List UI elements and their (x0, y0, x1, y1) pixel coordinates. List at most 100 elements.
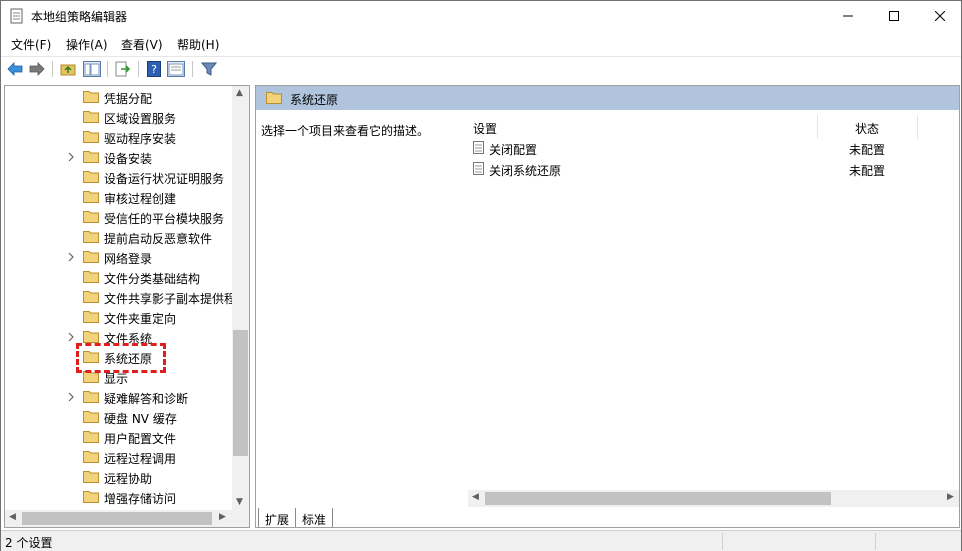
tree-item-label: 疑难解答和诊断 (104, 392, 189, 406)
toolbar-divider (138, 61, 139, 77)
details-pane: 系统还原 选择一个项目来查看它的描述。 设置 状态 关闭配置 未配置 关闭系统还… (255, 85, 960, 528)
status-divider (722, 533, 723, 550)
folder-icon (83, 310, 99, 323)
tab-standard[interactable]: 标准 (295, 508, 334, 527)
tree-item[interactable]: 疑难解答和诊断 (5, 387, 231, 407)
tree-item[interactable]: 增强存储访问 (5, 487, 231, 507)
help-button[interactable]: ? (144, 59, 164, 79)
list-header: 设置 状态 (468, 115, 959, 139)
chevron-right-icon[interactable] (67, 251, 75, 263)
folder-icon (83, 330, 99, 343)
tree-item-label: 远程协助 (104, 472, 153, 486)
details-header: 系统还原 (256, 86, 959, 110)
selection-highlight-box (76, 343, 166, 373)
folder-icon (83, 270, 99, 283)
policy-state: 未配置 (849, 164, 886, 178)
chevron-right-icon[interactable] (67, 151, 75, 163)
tree-item[interactable]: 文件共享影子副本提供程 (5, 287, 236, 307)
list-hscroll-thumb[interactable] (485, 492, 831, 505)
tree-item[interactable]: 凭据分配 (5, 87, 231, 107)
tree-vscroll-thumb[interactable] (233, 330, 248, 456)
tree-item[interactable]: 文件分类基础结构 (5, 267, 231, 287)
tree-item[interactable]: 审核过程创建 (5, 187, 231, 207)
scroll-up-icon[interactable]: ▲ (236, 88, 243, 98)
table-row[interactable]: 关闭系统还原 未配置 (468, 159, 959, 179)
scroll-left-icon[interactable]: ◀ (9, 512, 16, 522)
up-folder-icon (60, 64, 76, 76)
folder-icon (266, 91, 282, 104)
folder-icon (83, 250, 99, 263)
scroll-right-icon[interactable]: ▶ (947, 492, 954, 502)
tree-item-label: 驱动程序安装 (104, 132, 177, 146)
back-button[interactable] (5, 59, 25, 79)
minimize-button[interactable] (825, 1, 871, 31)
show-hide-tree-button[interactable] (82, 59, 102, 79)
folder-icon (83, 490, 99, 503)
tree-item[interactable]: 提前启动反恶意软件 (5, 227, 231, 247)
tree-item[interactable]: 硬盘 NV 缓存 (5, 407, 231, 427)
menu-action[interactable]: 操作(A) (66, 36, 108, 53)
tree-item[interactable]: 受信任的平台模块服务 (5, 207, 231, 227)
properties-icon (167, 61, 185, 77)
scroll-left-icon[interactable]: ◀ (472, 492, 479, 502)
tree-vertical-scrollbar[interactable]: ▲ ▼ (232, 86, 249, 511)
tree-item[interactable]: 区域设置服务 (5, 107, 231, 127)
tree-item[interactable]: 设备安装 (5, 147, 231, 167)
folder-icon (83, 190, 99, 203)
up-folder-button[interactable] (58, 59, 78, 79)
chevron-right-icon[interactable] (67, 331, 75, 343)
maximize-icon (889, 11, 899, 21)
tree-item-label: 设备运行状况证明服务 (104, 172, 225, 186)
column-header-setting[interactable]: 设置 (473, 120, 497, 137)
export-list-button[interactable] (113, 59, 133, 79)
column-divider[interactable] (817, 115, 818, 139)
settings-list[interactable]: 设置 状态 关闭配置 未配置 关闭系统还原 未配置 (468, 110, 959, 490)
description-text: 选择一个项目来查看它的描述。 (261, 124, 430, 138)
folder-icon (83, 90, 99, 103)
list-horizontal-scrollbar[interactable]: ◀ ▶ (468, 490, 959, 507)
tree-item[interactable]: 远程过程调用 (5, 447, 231, 467)
policy-name: 关闭系统还原 (489, 164, 562, 178)
table-row[interactable]: 关闭配置 未配置 (468, 138, 959, 158)
forward-button[interactable] (27, 59, 47, 79)
scroll-right-icon[interactable]: ▶ (219, 512, 226, 522)
column-divider[interactable] (917, 115, 918, 139)
app-window: 本地组策略编辑器 文件(F) 操作(A) 查看(V) 帮助(H) ? 凭据分配 … (0, 0, 962, 551)
tree-item-label: 增强存储访问 (104, 492, 177, 506)
tree-item[interactable]: 远程协助 (5, 467, 231, 487)
tree-item[interactable]: 网络登录 (5, 247, 231, 267)
tree-item-label: 文件分类基础结构 (104, 272, 201, 286)
tree-pane[interactable]: 凭据分配区域设置服务 驱动程序安装 设备安装设备运行状况证明服务 审核过程创建 受信任的… (4, 85, 250, 528)
status-divider (875, 533, 876, 550)
tree-hscroll-thumb[interactable] (22, 512, 212, 525)
folder-icon (83, 110, 99, 123)
scroll-down-icon[interactable]: ▼ (236, 497, 243, 507)
export-list-icon (115, 61, 131, 77)
minimize-icon (843, 15, 853, 17)
tree-horizontal-scrollbar[interactable]: ◀ ▶ (5, 510, 249, 527)
tree-item[interactable]: 驱动程序安装 (5, 127, 231, 147)
tree-item[interactable]: 设备运行状况证明服务 (5, 167, 231, 187)
filter-icon (201, 62, 217, 76)
chevron-right-icon[interactable] (67, 391, 75, 403)
folder-icon (83, 290, 99, 303)
folder-icon (83, 150, 99, 163)
menu-file[interactable]: 文件(F) (11, 36, 51, 53)
tree-item-label: 凭据分配 (104, 92, 153, 106)
close-button[interactable] (917, 1, 962, 31)
tree-item[interactable]: 文件夹重定向 (5, 307, 231, 327)
menu-view[interactable]: 查看(V) (121, 36, 163, 53)
column-header-state[interactable]: 状态 (855, 120, 879, 137)
svg-text:?: ? (151, 63, 157, 76)
maximize-button[interactable] (871, 1, 917, 31)
tree-item-label: 区域设置服务 (104, 112, 177, 126)
menu-help[interactable]: 帮助(H) (177, 36, 219, 53)
title-bar: 本地组策略编辑器 (1, 1, 961, 31)
properties-button[interactable] (166, 59, 186, 79)
tree-item[interactable]: 用户配置文件 (5, 427, 231, 447)
tree-item-label: 设备安装 (104, 152, 153, 166)
tab-extended[interactable]: 扩展 (258, 508, 297, 527)
policy-name: 关闭配置 (489, 143, 538, 157)
help-icon: ? (147, 61, 161, 77)
filter-button[interactable] (199, 59, 219, 79)
